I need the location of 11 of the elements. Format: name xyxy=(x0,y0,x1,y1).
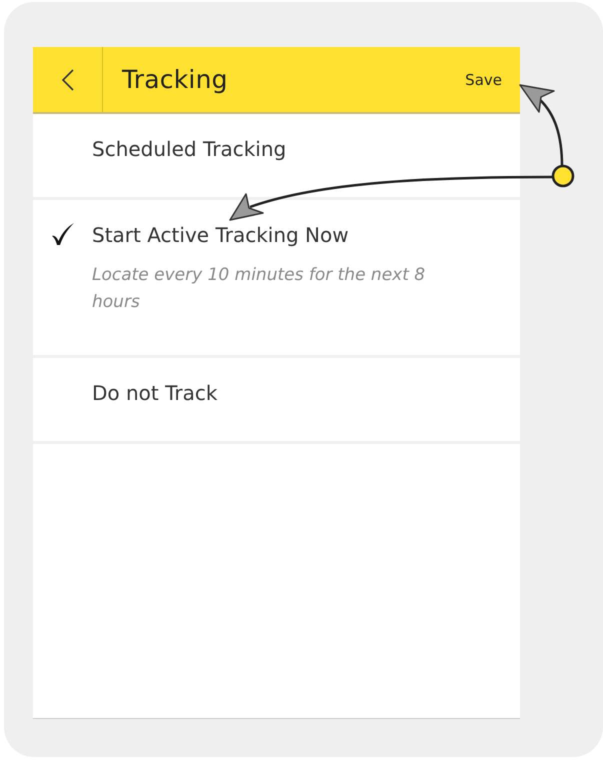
back-icon xyxy=(60,68,74,92)
option-description: Locate every 10 minutes for the next 8 hours xyxy=(92,264,426,314)
option-row[interactable]: Do not Track xyxy=(33,358,520,408)
option-row[interactable]: Start Active Tracking Now xyxy=(33,200,520,250)
screen-title: Tracking xyxy=(122,65,229,94)
option-label: Scheduled Tracking xyxy=(92,136,286,163)
option-row[interactable]: Scheduled Tracking xyxy=(33,114,520,164)
option-label: Start Active Tracking Now xyxy=(92,222,349,249)
option-label: Do not Track xyxy=(92,380,218,407)
callout-dot xyxy=(552,164,574,188)
save-button[interactable]: Save xyxy=(447,64,520,94)
